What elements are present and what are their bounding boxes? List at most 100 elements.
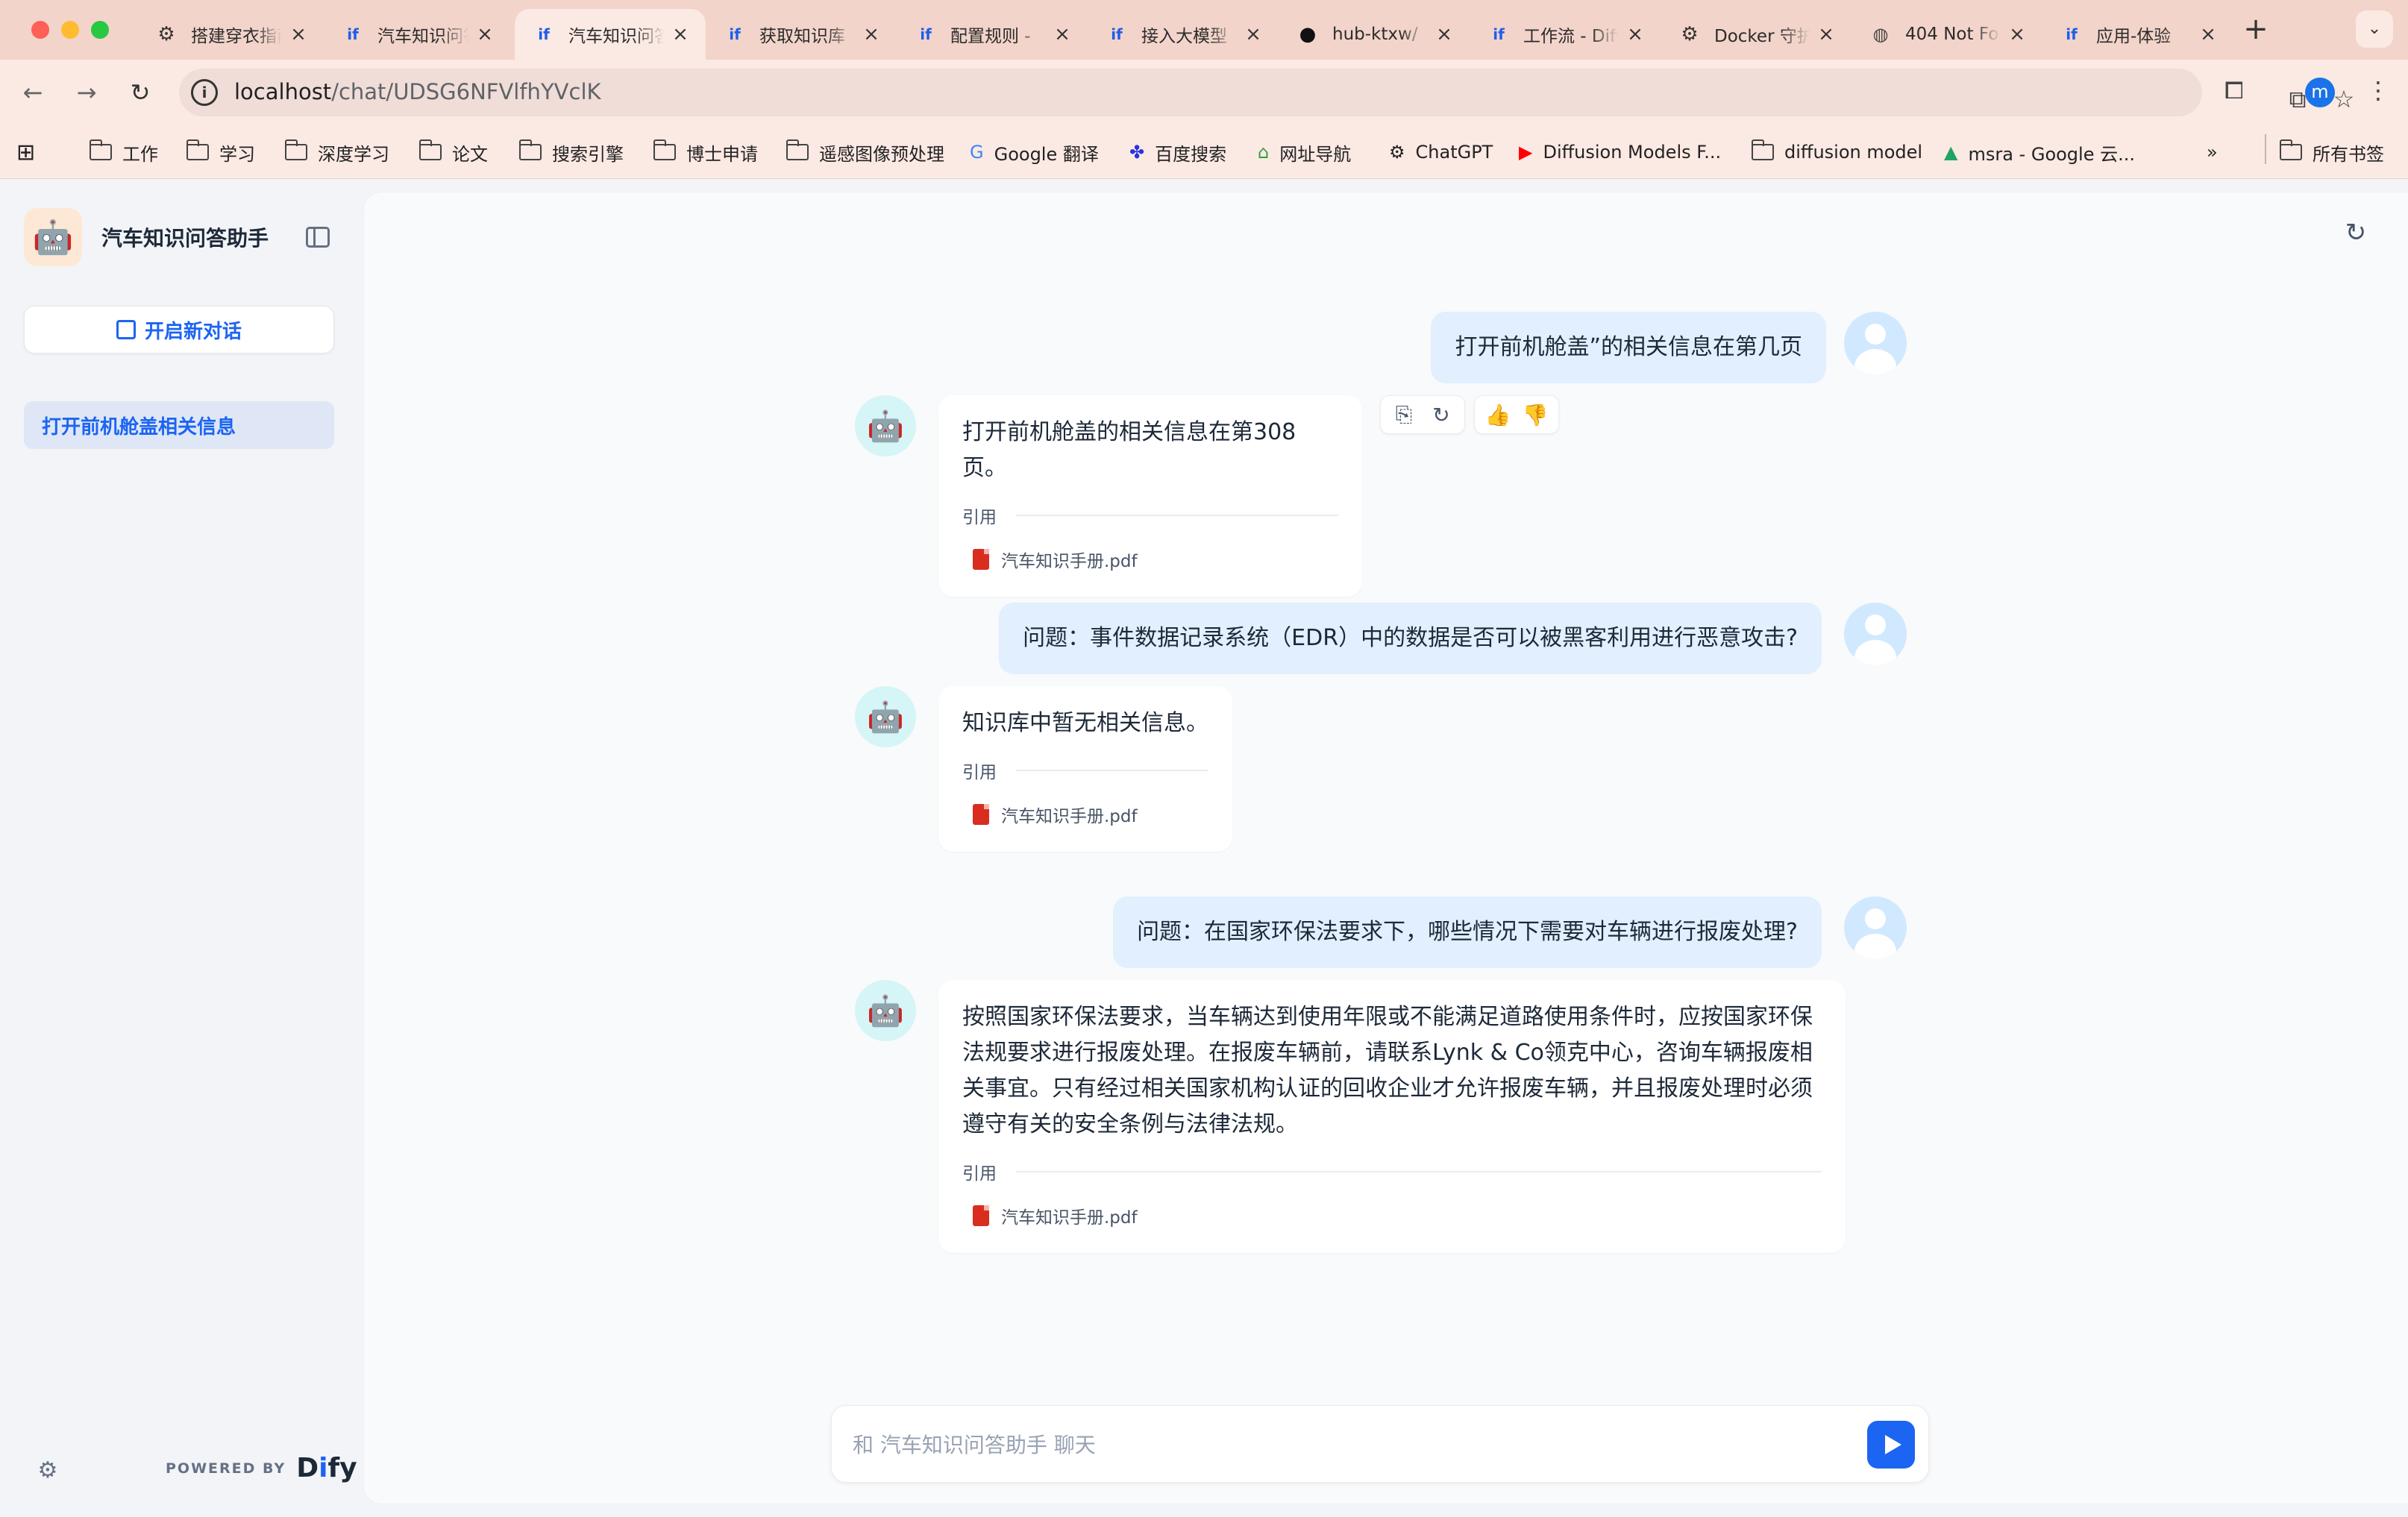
bookmark-item[interactable]: 学习 <box>186 136 255 169</box>
bookmark-item[interactable]: ✤ 百度搜索 <box>1129 136 1226 169</box>
chat-panel: ↻ <box>364 192 2408 1504</box>
citation-file[interactable]: 汽车知识手册.pdf <box>962 541 1148 577</box>
tab-strip: ⚙ 搭建穿衣指南 × if 汽车知识问答 × if 汽车知识问答 × if 获取… <box>0 0 2408 60</box>
bot-avatar: 🤖 <box>855 395 916 456</box>
folder-icon <box>2280 139 2302 160</box>
bookmark-item[interactable]: ▶ Diffusion Models F... <box>1519 136 1721 169</box>
user-avatar <box>1844 312 1907 374</box>
profile-avatar[interactable]: m <box>2305 78 2335 107</box>
bookmark-item[interactable]: diffusion model <box>1752 136 1922 169</box>
all-bookmarks[interactable]: 所有书签 <box>2280 136 2384 169</box>
close-icon[interactable]: × <box>862 23 880 45</box>
feedback-actions: 👍 👎 <box>1474 395 1559 434</box>
folder-icon <box>186 139 209 160</box>
close-icon[interactable]: × <box>476 23 494 45</box>
close-window-button[interactable] <box>31 21 49 39</box>
browser-tab[interactable]: ⚙ Docker 守护 × <box>1661 9 1852 60</box>
bookmark-item[interactable]: 遥感图像预处理 <box>786 136 944 169</box>
nav-icon: ⌂ <box>1258 142 1270 163</box>
close-icon[interactable]: × <box>1435 23 1453 45</box>
bookmark-separator <box>2265 134 2266 164</box>
chat-composer <box>831 1405 1929 1483</box>
browser-tab[interactable]: if 获取知识库 × <box>706 9 897 60</box>
citation-header: 引用 <box>962 503 1338 528</box>
browser-tab[interactable]: if 汽车知识问答 × <box>324 9 510 60</box>
google-translate-icon: G <box>970 142 984 163</box>
new-tab-button[interactable]: + <box>2239 13 2272 46</box>
bookmark-item[interactable]: ⚙ ChatGPT <box>1389 136 1493 169</box>
bookmark-item[interactable]: 搜索引擎 <box>519 136 624 169</box>
apps-grid-icon[interactable]: ⊞ <box>16 136 46 169</box>
dify-icon: if <box>1111 25 1123 43</box>
close-icon[interactable]: × <box>1626 23 1644 45</box>
browser-tab[interactable]: if 应用-体验 × <box>2042 9 2233 60</box>
close-icon[interactable]: × <box>1817 23 1835 45</box>
bookmark-item[interactable]: ⌂ 网址导航 <box>1258 136 1351 169</box>
tab-search-button[interactable]: ⌄ <box>2356 10 2393 48</box>
chat-input[interactable] <box>853 1428 1837 1461</box>
folder-icon <box>786 139 809 160</box>
bookmark-item[interactable]: 论文 <box>419 136 488 169</box>
browser-tab[interactable]: ◍ 404 Not Found × <box>1852 9 2042 60</box>
dify-chat-app: 🤖 汽车知识问答助手 开启新对话 打开前机舱盖相关信息 ⚙ POWERED BY… <box>0 179 2408 1517</box>
close-icon[interactable]: × <box>1053 23 1071 45</box>
sidebar-toggle-icon[interactable] <box>306 227 330 248</box>
folder-icon <box>519 139 542 160</box>
bookmark-item[interactable]: 工作 <box>90 136 158 169</box>
bookmark-item[interactable]: ▲ msra - Google 云... <box>1944 136 2135 169</box>
new-chat-button[interactable]: 开启新对话 <box>24 306 334 354</box>
site-info-icon[interactable]: i <box>191 79 218 106</box>
tab-title: 工作流 - Dify <box>1523 27 1619 46</box>
settings-sliders-icon[interactable]: ⚙ <box>36 1459 60 1483</box>
more-menu-icon[interactable]: ⋮ <box>2366 76 2390 104</box>
citation-file[interactable]: 汽车知识手册.pdf <box>962 1198 1148 1234</box>
close-icon[interactable]: × <box>289 23 307 45</box>
minimize-window-button[interactable] <box>61 21 79 39</box>
browser-tab[interactable]: if 工作流 - Dify × <box>1470 9 1661 60</box>
folder-icon <box>285 139 307 160</box>
tab-title: 获取知识库 <box>759 27 845 46</box>
back-button[interactable]: ← <box>16 76 49 109</box>
browser-tab[interactable]: if 配置规则 - × <box>897 9 1088 60</box>
forward-button[interactable]: → <box>70 76 103 109</box>
more-bookmarks-icon[interactable]: » <box>2207 136 2228 169</box>
browser-tab-active[interactable]: if 汽车知识问答 × <box>515 9 706 60</box>
citation-file[interactable]: 汽车知识手册.pdf <box>962 797 1148 832</box>
openai-icon: ⚙ <box>1681 23 1699 45</box>
close-icon[interactable]: × <box>1244 23 1262 45</box>
url-text[interactable]: localhost/chat/UDSG6NFVlfhYVclK <box>234 79 601 104</box>
browser-tab[interactable]: if 接入大模型 × <box>1088 9 1279 60</box>
bot-message: 知识库中暂无相关信息。 引用 汽车知识手册.pdf <box>938 686 1232 852</box>
citation-header: 引用 <box>962 758 1208 783</box>
dify-icon: if <box>347 25 359 43</box>
conversation-item[interactable]: 打开前机舱盖相关信息 <box>24 401 334 449</box>
close-icon[interactable]: × <box>2008 23 2026 45</box>
close-icon[interactable]: × <box>671 23 689 45</box>
bot-avatar: 🤖 <box>855 980 916 1041</box>
pdf-icon <box>973 1205 989 1226</box>
close-icon[interactable]: × <box>2199 23 2217 45</box>
maximize-window-button[interactable] <box>91 21 109 39</box>
bookmark-item[interactable]: G Google 翻译 <box>970 136 1099 169</box>
dify-icon: if <box>729 25 741 43</box>
reload-button[interactable]: ↻ <box>124 76 157 109</box>
extensions-icon[interactable]: ⧠ <box>2224 76 2244 105</box>
bookmark-item[interactable]: 深度学习 <box>285 136 389 169</box>
copy-icon[interactable]: ⎘ <box>1385 398 1423 431</box>
browser-tab[interactable]: ● hub-ktxw/ × <box>1279 9 1470 60</box>
send-icon <box>1885 1435 1901 1454</box>
thumbs-up-icon[interactable]: 👍 <box>1479 398 1517 431</box>
thumbs-down-icon[interactable]: 👎 <box>1517 398 1554 431</box>
address-bar[interactable]: i localhost/chat/UDSG6NFVlfhYVclK ⧉ ☆ <box>179 69 2354 116</box>
tab-title: Docker 守护 <box>1714 27 1810 46</box>
folder-icon <box>419 139 442 160</box>
bot-text: 知识库中暂无相关信息。 <box>962 710 1208 736</box>
user-bubble: 问题：事件数据记录系统（EDR）中的数据是否可以被黑客利用进行恶意攻击? <box>999 603 1822 674</box>
regenerate-icon[interactable]: ↻ <box>1423 398 1460 431</box>
send-button[interactable] <box>1867 1421 1915 1469</box>
bot-message: 打开前机舱盖的相关信息在第308页。 引用 汽车知识手册.pdf <box>938 395 1362 597</box>
refresh-icon[interactable]: ↻ <box>2341 218 2371 248</box>
browser-tab[interactable]: ⚙ 搭建穿衣指南 × <box>137 9 324 60</box>
bookmark-item[interactable]: 博士申请 <box>653 136 758 169</box>
powered-by: POWERED BY Dify <box>166 1453 357 1483</box>
